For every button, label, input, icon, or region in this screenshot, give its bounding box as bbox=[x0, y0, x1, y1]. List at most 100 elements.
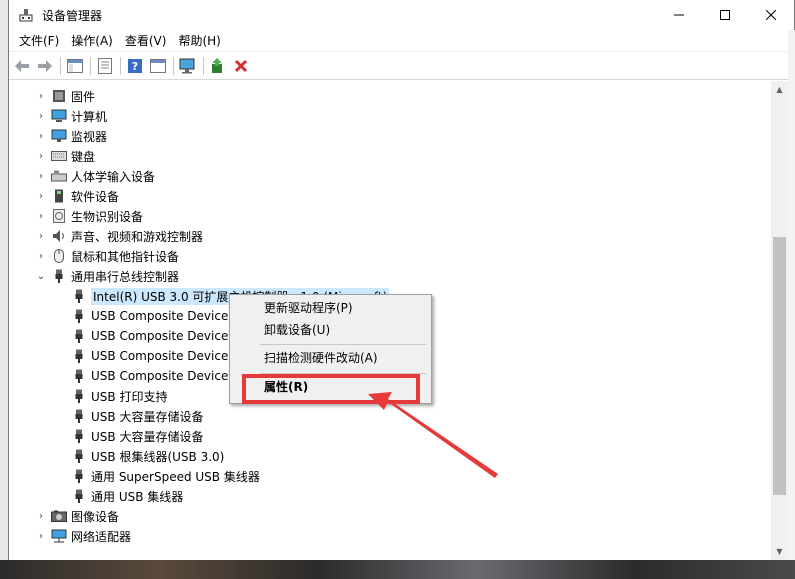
context-menu-update-driver[interactable]: 更新驱动程序(P) bbox=[230, 297, 431, 319]
usb-icon bbox=[71, 388, 87, 404]
tree-item-software-device[interactable]: › 软件设备 bbox=[9, 186, 769, 206]
keyboard-icon bbox=[51, 148, 67, 164]
chevron-right-icon[interactable]: › bbox=[35, 86, 47, 106]
tree-item-usb-mass-storage[interactable]: USB 大容量存储设备 bbox=[9, 406, 769, 426]
title-bar[interactable]: 设备管理器 bbox=[9, 0, 794, 30]
chevron-right-icon[interactable]: › bbox=[35, 246, 47, 266]
context-menu-scan-hardware[interactable]: 扫描检测硬件改动(A) bbox=[230, 347, 431, 369]
red-x-icon bbox=[234, 59, 248, 72]
toolbar-separator bbox=[120, 56, 121, 75]
toolbar-separator bbox=[90, 56, 91, 75]
usb-icon bbox=[71, 288, 87, 304]
chevron-right-icon[interactable]: › bbox=[35, 186, 47, 206]
scroll-thumb[interactable] bbox=[773, 237, 786, 495]
chevron-right-icon[interactable]: › bbox=[35, 526, 47, 546]
minimize-button[interactable] bbox=[656, 0, 702, 30]
chevron-right-icon[interactable]: › bbox=[35, 106, 47, 126]
tree-item-imaging[interactable]: › 图像设备 bbox=[9, 506, 769, 526]
back-button[interactable] bbox=[11, 55, 33, 77]
toolbar-separator bbox=[60, 56, 61, 75]
usb-icon bbox=[51, 268, 67, 284]
computer-icon bbox=[51, 108, 67, 124]
mouse-icon bbox=[51, 248, 67, 264]
help-toolbar-button[interactable]: ? bbox=[124, 55, 146, 77]
scan-hardware-button[interactable] bbox=[177, 55, 199, 77]
context-menu-uninstall-device[interactable]: 卸载设备(U) bbox=[230, 319, 431, 341]
tree-item-keyboard[interactable]: › 键盘 bbox=[9, 146, 769, 166]
close-button[interactable] bbox=[748, 0, 794, 30]
chevron-right-icon[interactable]: › bbox=[35, 206, 47, 226]
tree-item-audio[interactable]: › 声音、视频和游戏控制器 bbox=[9, 226, 769, 246]
device-manager-icon bbox=[18, 7, 34, 23]
toolbar: ? bbox=[9, 52, 794, 80]
chevron-right-icon[interactable]: › bbox=[35, 166, 47, 186]
monitor-scan-icon bbox=[179, 58, 195, 73]
properties-icon bbox=[98, 57, 112, 74]
back-arrow-icon bbox=[15, 59, 29, 72]
forward-arrow-icon bbox=[38, 59, 52, 72]
software-device-icon bbox=[51, 188, 67, 204]
scroll-down-button[interactable]: ▼ bbox=[771, 543, 788, 560]
usb-icon bbox=[71, 408, 87, 424]
hid-icon bbox=[51, 168, 67, 184]
usb-icon bbox=[71, 348, 87, 364]
forward-button[interactable] bbox=[34, 55, 56, 77]
toolbar-separator bbox=[203, 56, 204, 75]
background-left-strip bbox=[0, 0, 8, 579]
chevron-right-icon[interactable]: › bbox=[35, 226, 47, 246]
update-driver-icon bbox=[212, 57, 222, 73]
camera-icon bbox=[51, 508, 67, 524]
network-icon bbox=[51, 528, 67, 544]
biometric-icon bbox=[51, 208, 67, 224]
tree-item-monitor[interactable]: › 监视器 bbox=[9, 126, 769, 146]
usb-icon bbox=[71, 448, 87, 464]
firmware-icon bbox=[51, 88, 67, 104]
help-icon: ? bbox=[128, 58, 142, 73]
menu-view[interactable]: 查看(V) bbox=[119, 30, 173, 52]
svg-text:?: ? bbox=[132, 60, 138, 73]
monitor-icon bbox=[51, 128, 67, 144]
chevron-down-icon[interactable]: ⌄ bbox=[35, 266, 47, 286]
usb-icon bbox=[71, 468, 87, 484]
uninstall-button[interactable] bbox=[230, 55, 252, 77]
window-view-icon bbox=[150, 58, 166, 73]
maximize-button[interactable] bbox=[702, 0, 748, 30]
console-tree-icon bbox=[67, 58, 83, 73]
usb-icon bbox=[71, 308, 87, 324]
tree-item-usb-controllers[interactable]: ⌄ 通用串行总线控制器 bbox=[9, 266, 769, 286]
background-desktop bbox=[0, 560, 795, 579]
update-driver-button[interactable] bbox=[207, 55, 229, 77]
tree-item-biometric[interactable]: › 生物识别设备 bbox=[9, 206, 769, 226]
show-hide-tree-button[interactable] bbox=[64, 55, 86, 77]
tree-item-network[interactable]: › 网络适配器 bbox=[9, 526, 769, 546]
device-manager-window: 设备管理器 文件(F) 操作(A) 查看(V) 帮助(H) ? › 固件 › 计… bbox=[8, 0, 795, 560]
toolbar-separator bbox=[173, 56, 174, 75]
usb-icon bbox=[71, 328, 87, 344]
tree-item-usb-root-hub[interactable]: USB 根集线器(USB 3.0) bbox=[9, 446, 769, 466]
menu-bar: 文件(F) 操作(A) 查看(V) 帮助(H) bbox=[9, 30, 794, 52]
view-toolbar-button[interactable] bbox=[147, 55, 169, 77]
tree-item-computer[interactable]: › 计算机 bbox=[9, 106, 769, 126]
vertical-scrollbar[interactable]: ▲ ▼ bbox=[771, 81, 788, 560]
properties-toolbar-button[interactable] bbox=[94, 55, 116, 77]
chevron-right-icon[interactable]: › bbox=[35, 146, 47, 166]
chevron-right-icon[interactable]: › bbox=[35, 126, 47, 146]
usb-icon bbox=[71, 488, 87, 504]
context-menu-separator bbox=[260, 344, 426, 345]
tree-item-mouse[interactable]: › 鼠标和其他指针设备 bbox=[9, 246, 769, 266]
usb-icon bbox=[71, 428, 87, 444]
tree-item-superspeed-hub[interactable]: 通用 SuperSpeed USB 集线器 bbox=[9, 466, 769, 486]
menu-action[interactable]: 操作(A) bbox=[65, 30, 119, 52]
menu-file[interactable]: 文件(F) bbox=[13, 30, 65, 52]
tree-item-generic-usb-hub[interactable]: 通用 USB 集线器 bbox=[9, 486, 769, 506]
tree-item-usb-mass-storage[interactable]: USB 大容量存储设备 bbox=[9, 426, 769, 446]
window-right-edge bbox=[788, 30, 795, 560]
menu-help[interactable]: 帮助(H) bbox=[172, 30, 226, 52]
tree-item-firmware[interactable]: › 固件 bbox=[9, 86, 769, 106]
tree-item-hid[interactable]: › 人体学输入设备 bbox=[9, 166, 769, 186]
scroll-up-button[interactable]: ▲ bbox=[771, 81, 788, 98]
chevron-right-icon[interactable]: › bbox=[35, 506, 47, 526]
audio-icon bbox=[51, 228, 67, 244]
usb-icon bbox=[71, 368, 87, 384]
window-title: 设备管理器 bbox=[42, 8, 103, 23]
